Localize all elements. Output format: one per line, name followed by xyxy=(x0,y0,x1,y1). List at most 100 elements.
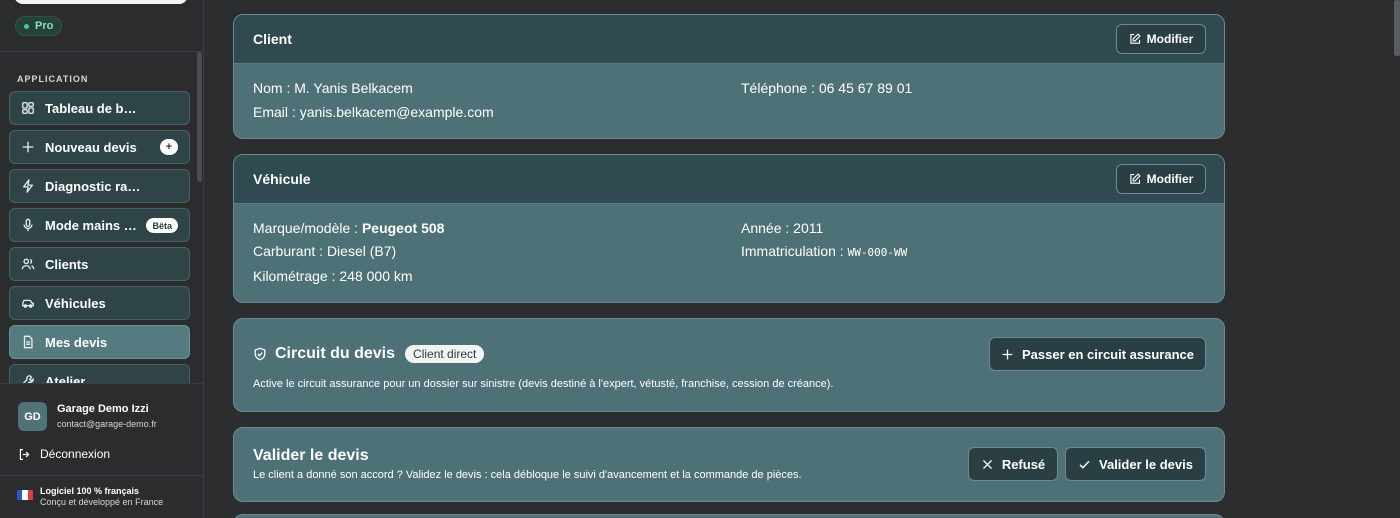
document-icon xyxy=(21,335,35,349)
field-value: 2011 xyxy=(793,220,824,236)
field-value: Peugeot 508 xyxy=(361,220,445,236)
logout-button[interactable]: Déconnexion xyxy=(18,447,110,461)
made-in-france: Logiciel 100 % français Conçu et dévelop… xyxy=(17,486,163,507)
circuit-card: Circuit du devis Client direct Passer en… xyxy=(233,318,1225,412)
user-email: contact@garage-demo.fr xyxy=(57,419,157,429)
section-label: APPLICATION xyxy=(17,74,89,84)
sidebar-item-label: Mes devis xyxy=(45,334,108,350)
card-title: Véhicule xyxy=(253,171,311,187)
client-phone: Téléphone : 06 45 67 89 01 xyxy=(741,80,912,96)
sidebar-scrollbar[interactable] xyxy=(197,52,202,182)
sidebar-item-mes-devis[interactable]: Mes devis xyxy=(9,325,190,359)
validate-card: Valider le devis Le client a donné son a… xyxy=(233,427,1225,502)
validate-button[interactable]: Valider le devis xyxy=(1065,447,1206,481)
field-value: WW-000-WW xyxy=(847,246,908,259)
footer-subtitle: Conçu et développé en France xyxy=(40,497,164,507)
divider xyxy=(0,475,204,476)
user-name: Garage Demo Izzi xyxy=(57,403,149,415)
field-value: yanis.belkacem@example.com xyxy=(299,104,494,120)
field-label: Nom : xyxy=(253,80,295,96)
divider xyxy=(0,383,204,384)
button-label: Passer en circuit assurance xyxy=(1022,346,1194,362)
microphone-icon xyxy=(21,218,35,232)
divider xyxy=(0,51,204,52)
sidebar-item-clients[interactable]: Clients xyxy=(9,247,190,281)
sidebar: Pro APPLICATION Tableau de bord Nouveau … xyxy=(0,0,204,518)
user-profile[interactable]: GD Garage Demo Izzi contact@garage-demo.… xyxy=(18,402,198,432)
card-title: Client xyxy=(253,31,292,47)
edit-label: Modifier xyxy=(1146,172,1194,186)
field-value: 248 000 km xyxy=(339,268,413,284)
close-icon xyxy=(982,459,992,469)
next-card xyxy=(233,514,1225,518)
vehicle-card: Véhicule Modifier Marque/modèle : Peugeo… xyxy=(233,154,1225,303)
sidebar-item-label: Mode mains libres xyxy=(45,217,137,233)
wrench-icon xyxy=(21,374,35,383)
field-label: Email : xyxy=(253,104,300,120)
plan-badge-label: Pro xyxy=(35,20,54,32)
switch-to-insurance-button[interactable]: Passer en circuit assurance xyxy=(989,337,1206,371)
dashboard-icon xyxy=(21,101,35,115)
field-label: Année : xyxy=(741,220,794,236)
field-label: Kilométrage : xyxy=(253,268,340,284)
sidebar-item-label: Clients xyxy=(45,256,89,272)
validate-description: Le client a donné son accord ? Validez l… xyxy=(253,469,802,481)
client-email: Email : yanis.belkacem@example.com xyxy=(253,104,494,120)
circuit-status-badge: Client direct xyxy=(405,345,485,363)
plan-badge: Pro xyxy=(15,16,63,36)
client-card: Client Modifier Nom : M. Yanis Belkacem … xyxy=(233,14,1225,139)
search-box[interactable] xyxy=(14,0,188,4)
sidebar-item-nouveau-devis[interactable]: Nouveau devis + xyxy=(9,130,190,164)
new-badge: + xyxy=(160,139,178,155)
edit-client-button[interactable]: Modifier xyxy=(1116,24,1206,54)
circuit-description: Active le circuit assurance pour un doss… xyxy=(253,378,834,390)
sidebar-item-tableau-de-bord[interactable]: Tableau de bord xyxy=(9,91,190,125)
vehicle-year: Année : 2011 xyxy=(741,220,823,236)
sidebar-item-atelier[interactable]: Atelier xyxy=(9,364,190,383)
beta-badge: Bêta xyxy=(146,218,178,233)
vehicle-model: Marque/modèle : Peugeot 508 xyxy=(253,220,444,236)
refuse-button[interactable]: Refusé xyxy=(968,447,1058,481)
vehicle-fuel: Carburant : Diesel (B7) xyxy=(253,243,396,259)
sidebar-item-diagnostic-rapide[interactable]: Diagnostic rapide xyxy=(9,169,190,203)
circuit-header: Circuit du devis Client direct xyxy=(253,345,485,363)
sidebar-item-vehicules[interactable]: Véhicules xyxy=(9,286,190,320)
vehicle-plate: Immatriculation : WW-000-WW xyxy=(741,243,907,259)
button-label: Valider le devis xyxy=(1099,456,1193,472)
field-value: Diesel (B7) xyxy=(326,243,397,259)
field-label: Marque/modèle : xyxy=(253,220,362,236)
lightning-icon xyxy=(21,179,35,193)
plus-icon xyxy=(1002,349,1013,359)
footer-title: Logiciel 100 % français xyxy=(40,486,140,496)
shield-check-icon xyxy=(254,347,266,361)
status-dot-icon xyxy=(24,23,29,29)
logout-label: Déconnexion xyxy=(40,447,111,461)
field-label: Carburant : xyxy=(253,243,327,259)
client-card-header: Client Modifier xyxy=(234,15,1224,64)
vehicle-mileage: Kilométrage : 248 000 km xyxy=(253,268,413,284)
edit-vehicle-button[interactable]: Modifier xyxy=(1116,164,1206,194)
avatar: GD xyxy=(18,402,47,431)
page-scrollbar[interactable] xyxy=(1394,0,1400,56)
check-icon xyxy=(1079,460,1090,469)
client-name: Nom : M. Yanis Belkacem xyxy=(253,80,413,96)
vehicle-card-header: Véhicule Modifier xyxy=(234,155,1224,204)
field-label: Immatriculation : xyxy=(741,243,848,259)
field-label: Téléphone : xyxy=(741,80,819,96)
sidebar-item-mode-mains-libres[interactable]: Mode mains libres Bêta xyxy=(9,208,190,242)
field-value: 06 45 67 89 01 xyxy=(818,80,913,96)
card-title: Circuit du devis xyxy=(275,345,396,362)
logout-icon xyxy=(19,448,30,460)
sidebar-item-label: Tableau de bord xyxy=(45,100,141,116)
sidebar-item-label: Véhicules xyxy=(45,295,106,311)
car-icon xyxy=(21,296,35,310)
sidebar-nav: Tableau de bord Nouveau devis + Diagnost… xyxy=(9,91,190,383)
plus-icon xyxy=(21,140,35,154)
edit-label: Modifier xyxy=(1146,32,1194,46)
french-flag-icon xyxy=(17,490,33,500)
users-icon xyxy=(21,257,35,271)
sidebar-item-label: Nouveau devis xyxy=(45,139,137,155)
edit-icon xyxy=(1129,33,1141,44)
sidebar-item-label: Atelier xyxy=(45,373,86,384)
card-title: Valider le devis xyxy=(253,447,369,464)
